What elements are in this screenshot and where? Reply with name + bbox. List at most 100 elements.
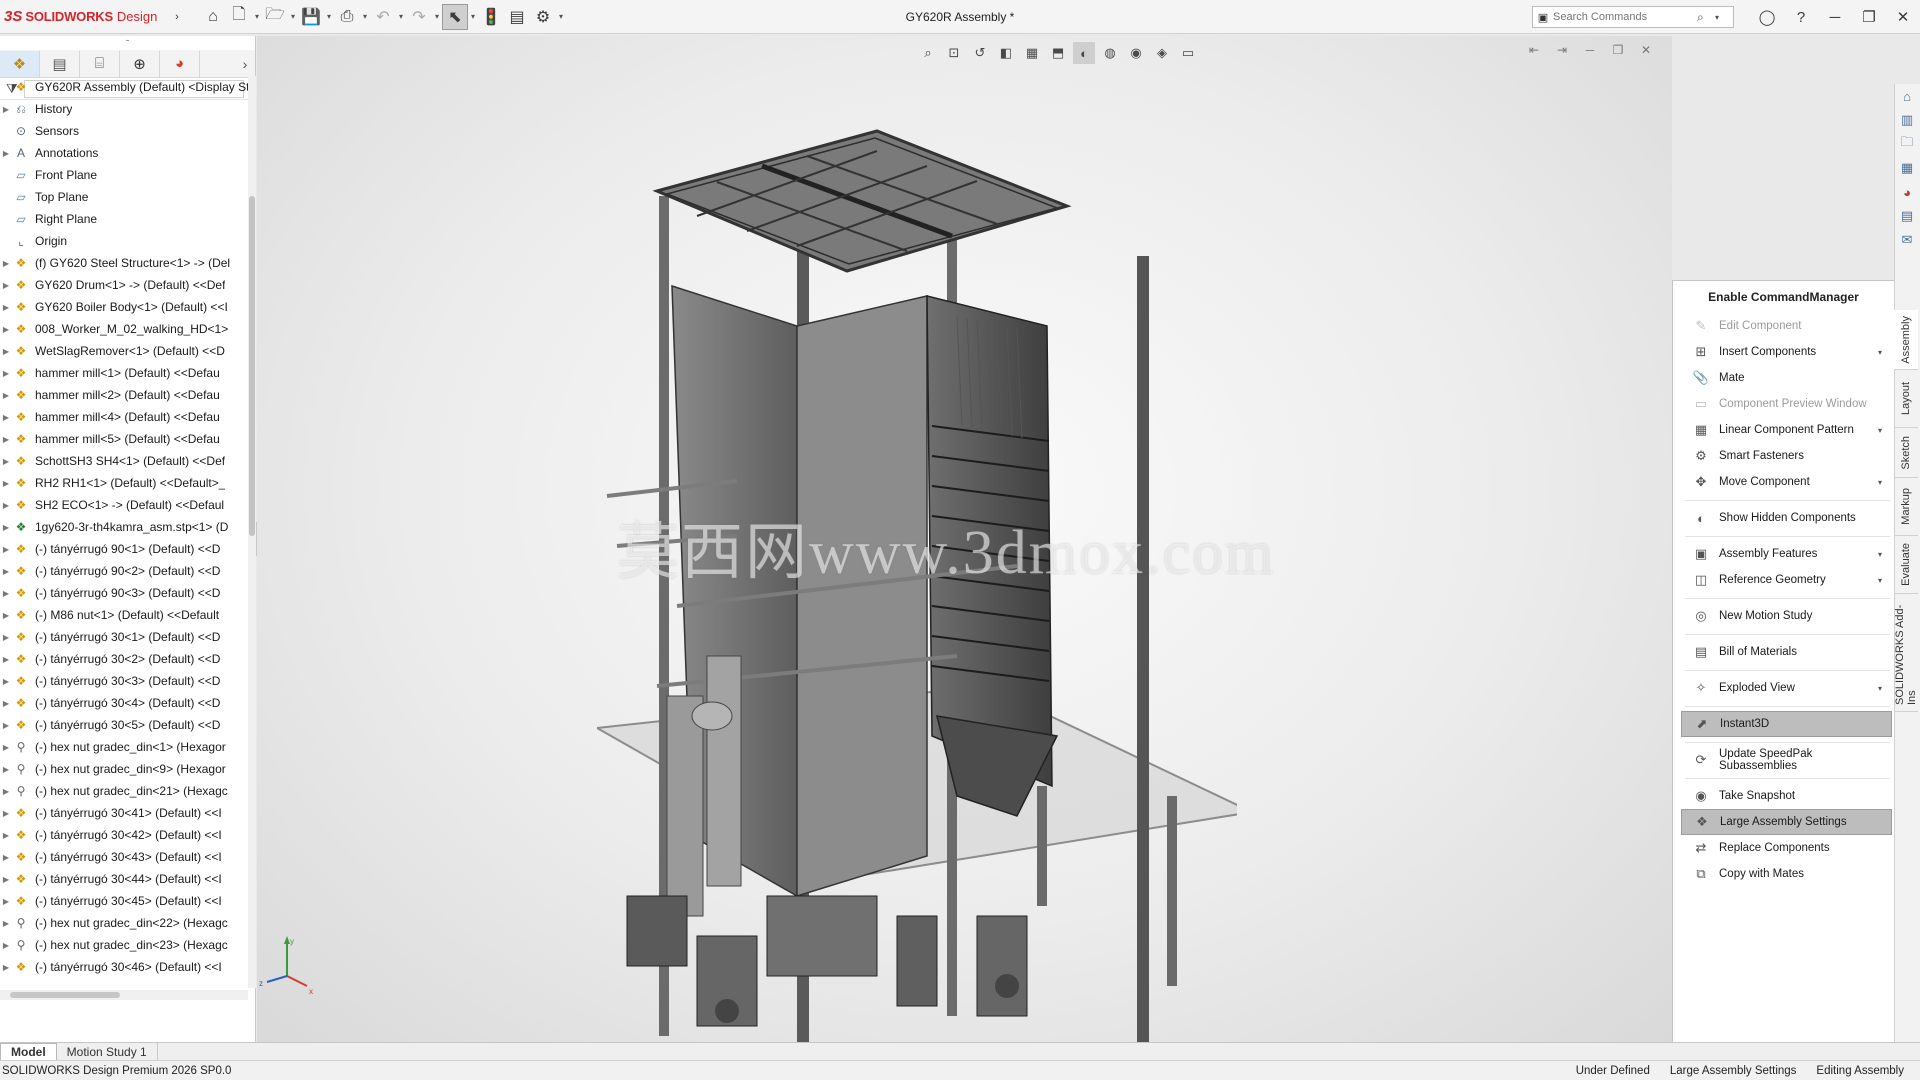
- tree-item[interactable]: ▶ ❖ (-) M86 nut<1> (Default) <<Default: [0, 604, 248, 626]
- tree-item[interactable]: ▶ ❖ (-) tányérrugó 30<45> (Default) <<I: [0, 890, 248, 912]
- command-bom[interactable]: ▤ Bill of Materials: [1681, 639, 1892, 665]
- tree-item[interactable]: ▶ ⚲ (-) hex nut gradec_din<9> (Hexagor: [0, 758, 248, 780]
- feature-manager-tab-icon[interactable]: ❖: [0, 50, 40, 77]
- file-explorer-icon[interactable]: 🗀: [1895, 132, 1919, 156]
- file-properties-icon[interactable]: ▤: [504, 4, 530, 30]
- expand-arrow-icon[interactable]: ▶: [0, 259, 12, 268]
- scrollbar-thumb[interactable]: [249, 196, 255, 536]
- rebuild-icon[interactable]: 🚦: [478, 4, 504, 30]
- expand-arrow-icon[interactable]: ▶: [0, 963, 12, 972]
- viewport-next-icon[interactable]: ⇥: [1552, 40, 1572, 60]
- print-dropdown-icon[interactable]: ▾: [360, 12, 370, 21]
- flyout-arrow-icon[interactable]: ›: [170, 4, 184, 30]
- tree-item[interactable]: ▶ ⚲ (-) hex nut gradec_din<21> (Hexagc: [0, 780, 248, 802]
- command-move-component[interactable]: ✥ Move Component ▾: [1681, 469, 1892, 495]
- command-reference-geometry[interactable]: ◫ Reference Geometry ▾: [1681, 567, 1892, 593]
- redo-dropdown-icon[interactable]: ▾: [432, 12, 442, 21]
- command-tab-markup[interactable]: Markup: [1894, 478, 1918, 536]
- dynamic-annotation-icon[interactable]: ▦: [1021, 42, 1043, 64]
- expand-arrow-icon[interactable]: ▶: [0, 281, 12, 290]
- new-dropdown-icon[interactable]: ▾: [252, 12, 262, 21]
- save-dropdown-icon[interactable]: ▾: [324, 12, 334, 21]
- expand-arrow-icon[interactable]: ▶: [0, 875, 12, 884]
- viewport-prev-icon[interactable]: ⇤: [1524, 40, 1544, 60]
- options-dropdown-icon[interactable]: ▾: [556, 12, 566, 21]
- enable-command-manager-title[interactable]: Enable CommandManager: [1673, 281, 1894, 313]
- command-insert-components[interactable]: ⊞ Insert Components ▾: [1681, 339, 1892, 365]
- save-icon[interactable]: 💾: [298, 4, 324, 30]
- tree-item[interactable]: ▶ ❖ (-) tányérrugó 30<46> (Default) <<I: [0, 956, 248, 978]
- display-style-icon[interactable]: ◐: [1073, 42, 1095, 64]
- tree-item[interactable]: ▶ ❖ (-) tányérrugó 30<41> (Default) <<I: [0, 802, 248, 824]
- expand-arrow-icon[interactable]: ▶: [0, 743, 12, 752]
- expand-arrow-icon[interactable]: ▶: [0, 457, 12, 466]
- tab-motion-study-1[interactable]: Motion Study 1: [57, 1043, 158, 1060]
- tree-item[interactable]: ▱ Top Plane: [0, 186, 248, 208]
- expand-arrow-icon[interactable]: ▶: [0, 369, 12, 378]
- expand-arrow-icon[interactable]: ▶: [0, 567, 12, 576]
- command-mate[interactable]: 📎 Mate: [1681, 365, 1892, 391]
- tree-item[interactable]: ▶ ❖ (-) tányérrugó 30<1> (Default) <<D: [0, 626, 248, 648]
- tree-item[interactable]: ▶ ❖ WetSlagRemover<1> (Default) <<D: [0, 340, 248, 362]
- minimize-icon[interactable]: ─: [1818, 4, 1852, 30]
- tree-item[interactable]: ▶ ❖ (-) tányérrugó 30<3> (Default) <<D: [0, 670, 248, 692]
- status-large-assembly[interactable]: Large Assembly Settings: [1660, 1065, 1807, 1077]
- tree-item[interactable]: ▶ ❖ GY620 Boiler Body<1> (Default) <<I: [0, 296, 248, 318]
- command-tab-evaluate[interactable]: Evaluate: [1894, 536, 1918, 594]
- expand-arrow-icon[interactable]: ▶: [0, 897, 12, 906]
- tree-item[interactable]: ▶ ❖ GY620 Drum<1> -> (Default) <<Def: [0, 274, 248, 296]
- tree-item[interactable]: ▶ ❖ (-) tányérrugó 90<3> (Default) <<D: [0, 582, 248, 604]
- zoom-to-area-icon[interactable]: ⊡: [943, 42, 965, 64]
- tree-item[interactable]: ▶ ❖ (-) tányérrugó 90<2> (Default) <<D: [0, 560, 248, 582]
- expand-arrow-icon[interactable]: ▶: [0, 699, 12, 708]
- undo-icon[interactable]: ↶: [370, 4, 396, 30]
- appearances-icon[interactable]: ◕: [1895, 180, 1919, 204]
- tree-item[interactable]: ▶ ❖ (-) tányérrugó 30<2> (Default) <<D: [0, 648, 248, 670]
- expand-arrow-icon[interactable]: ▶: [0, 391, 12, 400]
- tree-item[interactable]: ▶ ❖ hammer mill<2> (Default) <<Defau: [0, 384, 248, 406]
- expand-arrow-icon[interactable]: ▶: [0, 435, 12, 444]
- search-icon[interactable]: ⌕: [1697, 10, 1715, 25]
- tree-item[interactable]: ▶ ❖ (f) GY620 Steel Structure<1> -> (Del: [0, 252, 248, 274]
- search-commands-box[interactable]: ▣ ⌕ ▾: [1532, 6, 1734, 28]
- forum-icon[interactable]: ✉: [1895, 228, 1919, 252]
- view-palette-icon[interactable]: ▦: [1895, 156, 1919, 180]
- options-icon[interactable]: ⚙: [530, 4, 556, 30]
- tree-item[interactable]: ▶ ❖ (-) tányérrugó 30<42> (Default) <<I: [0, 824, 248, 846]
- expand-arrow-icon[interactable]: ▶: [0, 523, 12, 532]
- open-dropdown-icon[interactable]: ▾: [288, 12, 298, 21]
- scrollbar-thumb[interactable]: [10, 992, 120, 998]
- expand-arrow-icon[interactable]: ▶: [0, 941, 12, 950]
- expand-arrow-icon[interactable]: ▶: [0, 347, 12, 356]
- command-tab-assembly[interactable]: Assembly: [1894, 310, 1918, 370]
- display-manager-tab-icon[interactable]: ◕: [160, 50, 200, 77]
- previous-view-icon[interactable]: ↺: [969, 42, 991, 64]
- expand-arrow-icon[interactable]: ▶: [0, 545, 12, 554]
- tab-model[interactable]: Model: [0, 1043, 57, 1060]
- expand-arrow-icon[interactable]: ▶: [0, 721, 12, 730]
- dropdown-arrow-icon[interactable]: ▾: [1878, 684, 1892, 693]
- expand-arrow-icon[interactable]: ▶: [0, 809, 12, 818]
- command-exploded-view[interactable]: ✧ Exploded View ▾: [1681, 675, 1892, 701]
- expand-arrow-icon[interactable]: ▶: [0, 919, 12, 928]
- tree-item[interactable]: ▶ ❖ hammer mill<4> (Default) <<Defau: [0, 406, 248, 428]
- command-instant3d[interactable]: ⬈ Instant3D: [1681, 711, 1892, 737]
- viewport-restore-icon[interactable]: ❐: [1608, 40, 1628, 60]
- zoom-to-fit-icon[interactable]: ⌕: [917, 42, 939, 64]
- apply-scene-icon[interactable]: ◈: [1151, 42, 1173, 64]
- dropdown-arrow-icon[interactable]: ▾: [1878, 550, 1892, 559]
- configuration-manager-tab-icon[interactable]: ⌸: [80, 50, 120, 77]
- command-linear-pattern[interactable]: ▦ Linear Component Pattern ▾: [1681, 417, 1892, 443]
- account-icon[interactable]: ◯: [1750, 4, 1784, 30]
- view-settings-icon[interactable]: ▭: [1177, 42, 1199, 64]
- tree-item[interactable]: ▶ ⚲ (-) hex nut gradec_din<23> (Hexagc: [0, 934, 248, 956]
- expand-arrow-icon[interactable]: ▶: [0, 633, 12, 642]
- command-motion-study[interactable]: ◎ New Motion Study: [1681, 603, 1892, 629]
- tree-root-assembly[interactable]: ❖ GY620R Assembly (Default) <Display Sta: [0, 76, 248, 98]
- dimxpert-tab-icon[interactable]: ⊕: [120, 50, 160, 77]
- tree-item[interactable]: ▶ ❖ (-) tányérrugó 30<5> (Default) <<D: [0, 714, 248, 736]
- expand-arrow-icon[interactable]: ▶: [0, 831, 12, 840]
- command-copy-mates[interactable]: ⧉ Copy with Mates: [1681, 861, 1892, 887]
- search-input[interactable]: [1553, 11, 1697, 23]
- tree-item[interactable]: ▶ ❖ SH2 ECO<1> -> (Default) <<Defaul: [0, 494, 248, 516]
